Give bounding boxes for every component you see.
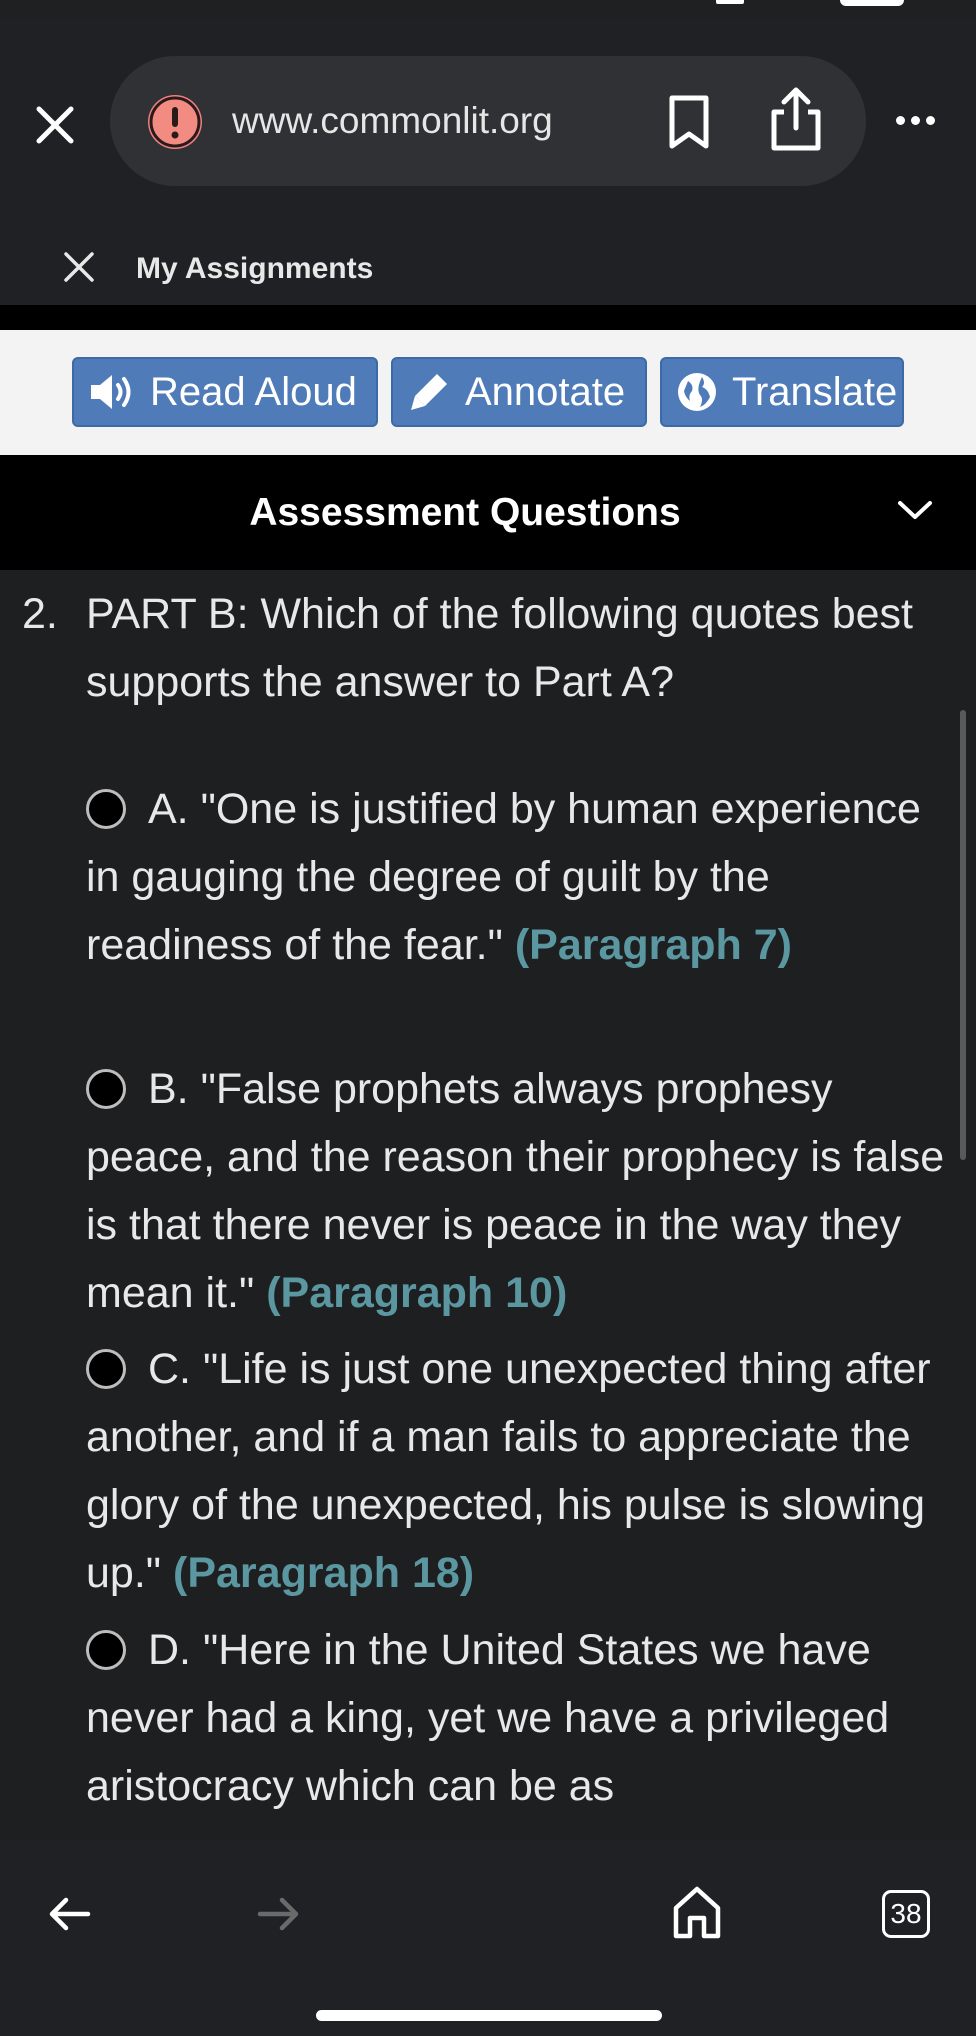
close-icon[interactable] <box>30 100 80 150</box>
question-text: PART B: Which of the following quotes be… <box>86 590 913 706</box>
radio-button-b[interactable] <box>86 1069 126 1109</box>
browser-bottom-bar: 38 <box>0 1840 976 2036</box>
annotate-label: Annotate <box>465 369 626 414</box>
signal-icon <box>716 0 744 4</box>
option-c[interactable]: C. "Life is just one unexpected thing af… <box>86 1335 946 1607</box>
highlighter-icon <box>411 374 447 410</box>
warning-icon[interactable] <box>148 95 202 149</box>
back-arrow-icon[interactable] <box>46 1890 94 1938</box>
tabs-count-button[interactable]: 38 <box>882 1890 930 1938</box>
option-c-citation: (Paragraph 18) <box>173 1549 475 1597</box>
home-indicator <box>316 2010 662 2021</box>
radio-button-a[interactable] <box>86 789 126 829</box>
forward-arrow-icon[interactable] <box>254 1890 302 1938</box>
tab-close-icon[interactable] <box>62 250 96 284</box>
question-content: 2. PART B: Which of the following quotes… <box>0 570 976 1840</box>
option-d-quote: "Here in the United States we have never… <box>86 1626 890 1810</box>
bookmark-icon[interactable] <box>666 92 712 152</box>
url-text[interactable]: www.commonlit.org <box>232 96 553 146</box>
option-b-letter: B. <box>148 1065 189 1113</box>
annotate-button[interactable]: Annotate <box>391 357 647 427</box>
chevron-down-icon[interactable] <box>895 495 935 527</box>
battery-icon <box>840 0 904 6</box>
share-icon[interactable] <box>768 86 824 152</box>
read-aloud-label: Read Aloud <box>150 369 357 414</box>
speaker-icon <box>91 375 131 409</box>
option-a-citation: (Paragraph 7) <box>514 921 793 969</box>
section-title: Assessment Questions <box>249 491 681 534</box>
divider <box>0 305 976 330</box>
option-b[interactable]: B. "False prophets always prophesy peace… <box>86 1055 946 1327</box>
read-aloud-button[interactable]: Read Aloud <box>72 357 378 427</box>
option-b-citation: (Paragraph 10) <box>266 1269 568 1317</box>
radio-button-d[interactable] <box>86 1630 126 1670</box>
globe-icon <box>678 373 716 411</box>
scrollbar[interactable] <box>960 710 966 1160</box>
translate-button[interactable]: Translate <box>660 357 904 427</box>
tab-title: My Assignments <box>136 252 374 285</box>
radio-button-c[interactable] <box>86 1349 126 1389</box>
assessment-questions-header[interactable]: Assessment Questions <box>0 455 976 570</box>
option-c-letter: C. <box>148 1345 191 1393</box>
option-a-letter: A. <box>148 785 189 833</box>
home-icon[interactable] <box>672 1884 722 1940</box>
option-d-letter: D. <box>148 1626 191 1674</box>
more-options-icon[interactable] <box>896 116 935 125</box>
question-number: 2. <box>22 590 58 638</box>
option-d[interactable]: D. "Here in the United States we have ne… <box>86 1616 946 1820</box>
browser-bar: www.commonlit.org My Assignments <box>0 20 976 305</box>
address-bar[interactable]: www.commonlit.org <box>110 56 866 186</box>
option-a-quote: "One is justified by human experience in… <box>86 785 921 969</box>
translate-label: Translate <box>732 369 898 414</box>
status-bar <box>0 0 976 20</box>
reading-toolbar: Read Aloud Annotate Translate <box>0 330 976 455</box>
option-a[interactable]: A. "One is justified by human experience… <box>86 775 946 979</box>
